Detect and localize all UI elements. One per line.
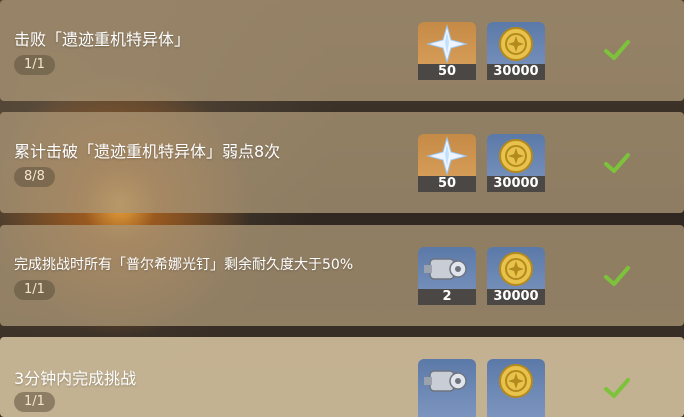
task-progress: 1/1 <box>14 55 55 75</box>
reward-primogem[interactable]: 50 <box>418 134 476 192</box>
task-progress: 1/1 <box>14 280 55 300</box>
task-row-3[interactable]: 完成挑战时所有「普尔希娜光钉」剩余耐久度大于50% 1/1 2 30000 <box>0 225 684 326</box>
reward-mora[interactable]: 30000 <box>487 247 545 305</box>
reward-count: 50 <box>418 64 476 80</box>
reward-count: 30000 <box>487 64 545 80</box>
reward-mora[interactable] <box>487 359 545 417</box>
task-row-2[interactable]: 累计击破「遗迹重机特异体」弱点8次 8/8 50 30000 <box>0 112 684 213</box>
primogem-icon <box>426 24 468 64</box>
hero-wit-icon <box>424 370 467 392</box>
reward-hero-wit[interactable]: 2 <box>418 247 476 305</box>
reward-count: 50 <box>418 176 476 192</box>
checkmark-icon <box>604 153 630 173</box>
checkmark-icon <box>604 40 630 60</box>
task-title: 累计击破「遗迹重机特异体」弱点8次 <box>14 142 281 161</box>
task-title: 3分钟内完成挑战 <box>14 369 137 388</box>
mora-coin-icon <box>499 27 533 61</box>
task-progress: 1/1 <box>14 392 55 412</box>
task-row-4[interactable]: 3分钟内完成挑战 1/1 <box>0 337 684 417</box>
reward-count: 30000 <box>487 289 545 305</box>
mora-coin-icon <box>499 364 533 398</box>
hero-wit-icon <box>424 258 467 280</box>
checkmark-icon <box>604 266 630 286</box>
reward-mora[interactable]: 30000 <box>487 134 545 192</box>
checkmark-icon <box>604 378 630 398</box>
task-progress: 8/8 <box>14 167 55 187</box>
reward-mora[interactable]: 30000 <box>487 22 545 80</box>
reward-count: 2 <box>418 289 476 305</box>
task-title: 击败「遗迹重机特异体」 <box>14 30 191 49</box>
primogem-icon <box>426 136 468 176</box>
mora-coin-icon <box>499 252 533 286</box>
task-title: 完成挑战时所有「普尔希娜光钉」剩余耐久度大于50% <box>14 257 354 273</box>
reward-count: 30000 <box>487 176 545 192</box>
reward-hero-wit[interactable] <box>418 359 476 417</box>
task-row-1[interactable]: 击败「遗迹重机特异体」 1/1 50 30000 <box>0 0 684 101</box>
mora-coin-icon <box>499 139 533 173</box>
reward-primogem[interactable]: 50 <box>418 22 476 80</box>
